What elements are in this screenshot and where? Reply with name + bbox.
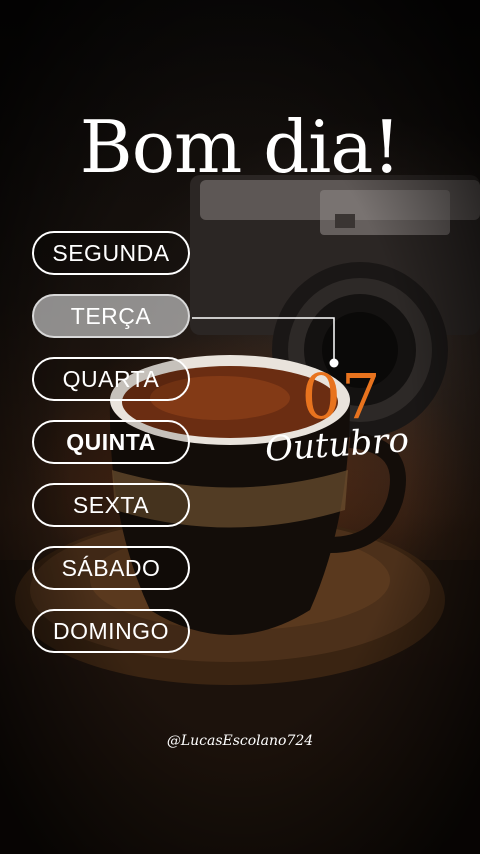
day-button-domingo[interactable]: DOMINGO [32, 609, 190, 653]
day-button-quinta[interactable]: QUINTA [32, 420, 190, 464]
day-button-sabado[interactable]: SÁBADO [32, 546, 190, 590]
author-handle: @LucasEscolano724 [166, 733, 314, 749]
day-button-segunda[interactable]: SEGUNDA [32, 231, 190, 275]
day-button-sexta[interactable]: SEXTA [32, 483, 190, 527]
day-button-quarta[interactable]: QUARTA [32, 357, 190, 401]
day-button-terca[interactable]: TERÇA [32, 294, 190, 338]
story-canvas: Bom dia! SEGUNDA TERÇA QUARTA QUINTA SEX… [0, 0, 480, 854]
